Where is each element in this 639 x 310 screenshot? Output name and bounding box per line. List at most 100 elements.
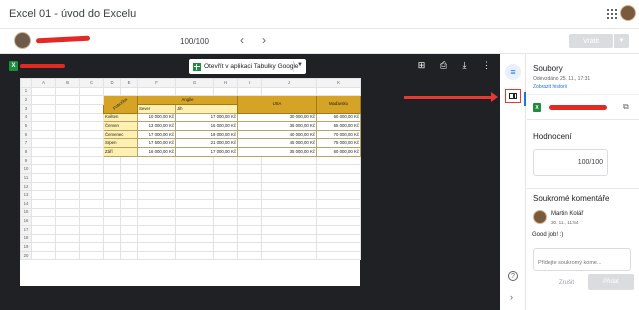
row-number[interactable]: 20 <box>20 250 32 261</box>
column-header[interactable]: B <box>55 78 80 88</box>
cell[interactable] <box>55 112 80 123</box>
cell[interactable] <box>120 155 138 166</box>
value-sever[interactable]: 17 000,00 Kč <box>137 129 176 140</box>
value-usa[interactable]: 40 000,00 Kč <box>237 129 317 140</box>
caret-down-icon[interactable]: ▼ <box>297 62 303 68</box>
cell[interactable] <box>175 207 214 218</box>
cell[interactable] <box>79 112 104 123</box>
column-header[interactable]: K <box>316 78 361 88</box>
cell[interactable] <box>316 86 361 97</box>
details-icon[interactable]: ≡ <box>505 64 521 80</box>
cell[interactable] <box>55 95 80 105</box>
cell[interactable] <box>237 155 262 166</box>
cell[interactable] <box>213 173 238 183</box>
column-header[interactable]: C <box>79 78 104 88</box>
cell[interactable] <box>237 181 262 192</box>
cell[interactable] <box>31 216 56 226</box>
cell[interactable] <box>31 95 56 105</box>
row-number[interactable]: 16 <box>20 216 32 226</box>
cell[interactable] <box>261 181 317 192</box>
return-button[interactable]: Vrátit <box>569 34 613 48</box>
cell[interactable] <box>55 216 80 226</box>
cell[interactable] <box>55 224 80 235</box>
cell[interactable] <box>137 224 176 235</box>
value-madarsko[interactable]: 60 000,00 Kč <box>316 147 361 157</box>
cell[interactable] <box>137 155 176 166</box>
cell[interactable] <box>261 190 317 200</box>
cell[interactable] <box>103 250 121 261</box>
cell[interactable] <box>175 224 214 235</box>
help-icon[interactable]: ? <box>508 271 518 281</box>
row-number[interactable]: 15 <box>20 207 32 218</box>
cell[interactable] <box>79 224 104 235</box>
cell[interactable] <box>213 207 238 218</box>
header-usa[interactable]: USA <box>237 95 317 114</box>
cell[interactable] <box>316 233 361 244</box>
cell[interactable] <box>31 155 56 166</box>
month-cell[interactable]: Červen <box>103 121 138 131</box>
cell[interactable] <box>55 147 80 157</box>
cell[interactable] <box>213 242 238 252</box>
value-jih[interactable]: 17 000,00 Kč <box>175 112 238 123</box>
cell[interactable] <box>79 173 104 183</box>
cell[interactable] <box>79 216 104 226</box>
cell[interactable] <box>79 138 104 149</box>
cell[interactable] <box>31 121 56 131</box>
cell[interactable] <box>120 86 138 97</box>
cell[interactable] <box>79 242 104 252</box>
cell[interactable] <box>79 103 104 114</box>
cell[interactable] <box>237 86 262 97</box>
cell[interactable] <box>103 233 121 244</box>
value-sever[interactable]: 13 000,00 Kč <box>137 121 176 131</box>
grade-field[interactable]: 100/100 <box>533 149 608 176</box>
cell[interactable] <box>261 233 317 244</box>
row-number[interactable]: 5 <box>20 121 32 131</box>
cell[interactable] <box>55 250 80 261</box>
value-madarsko[interactable]: 60 000,00 Kč <box>316 112 361 123</box>
row-number[interactable]: 7 <box>20 138 32 149</box>
corner-cell[interactable]: Pobočka <box>103 95 138 114</box>
open-in-sheets-button[interactable]: Otevřít v aplikaci Tabulky Google ▼ <box>189 59 306 74</box>
cell[interactable] <box>261 86 317 97</box>
add-comment-button[interactable]: Přidat <box>588 274 634 290</box>
cell[interactable] <box>103 164 121 175</box>
cell[interactable] <box>31 207 56 218</box>
row-number[interactable]: 3 <box>20 103 32 114</box>
value-usa[interactable]: 35 000,00 Kč <box>237 147 317 157</box>
cell[interactable] <box>79 164 104 175</box>
cell[interactable] <box>120 198 138 209</box>
open-external-icon[interactable]: ⧉ <box>623 102 629 112</box>
cell[interactable] <box>79 147 104 157</box>
cell[interactable] <box>120 190 138 200</box>
cell[interactable] <box>103 190 121 200</box>
cell[interactable] <box>261 198 317 209</box>
cell[interactable] <box>55 190 80 200</box>
cell[interactable] <box>31 233 56 244</box>
cell[interactable] <box>103 173 121 183</box>
cell[interactable] <box>55 155 80 166</box>
private-comment-input[interactable] <box>533 248 631 271</box>
panel-toggle-button[interactable] <box>505 89 521 103</box>
cell[interactable] <box>31 224 56 235</box>
row-number[interactable]: 6 <box>20 129 32 140</box>
cell[interactable] <box>137 242 176 252</box>
column-header[interactable]: E <box>120 78 138 88</box>
column-header[interactable]: A <box>31 78 56 88</box>
cell[interactable] <box>55 181 80 192</box>
cell[interactable] <box>237 233 262 244</box>
cell[interactable] <box>120 233 138 244</box>
cell[interactable] <box>237 190 262 200</box>
cell[interactable] <box>55 103 80 114</box>
attached-file[interactable]: X ⧉ <box>527 94 639 120</box>
value-sever[interactable]: 10 000,00 Kč <box>137 112 176 123</box>
column-header[interactable]: I <box>237 78 262 88</box>
cell[interactable] <box>103 86 121 97</box>
student-avatar[interactable] <box>14 32 31 49</box>
row-number[interactable]: 14 <box>20 198 32 209</box>
cell[interactable] <box>213 198 238 209</box>
cell[interactable] <box>237 224 262 235</box>
cell[interactable] <box>31 112 56 123</box>
cell[interactable] <box>120 242 138 252</box>
cell[interactable] <box>175 233 214 244</box>
cell[interactable] <box>213 164 238 175</box>
